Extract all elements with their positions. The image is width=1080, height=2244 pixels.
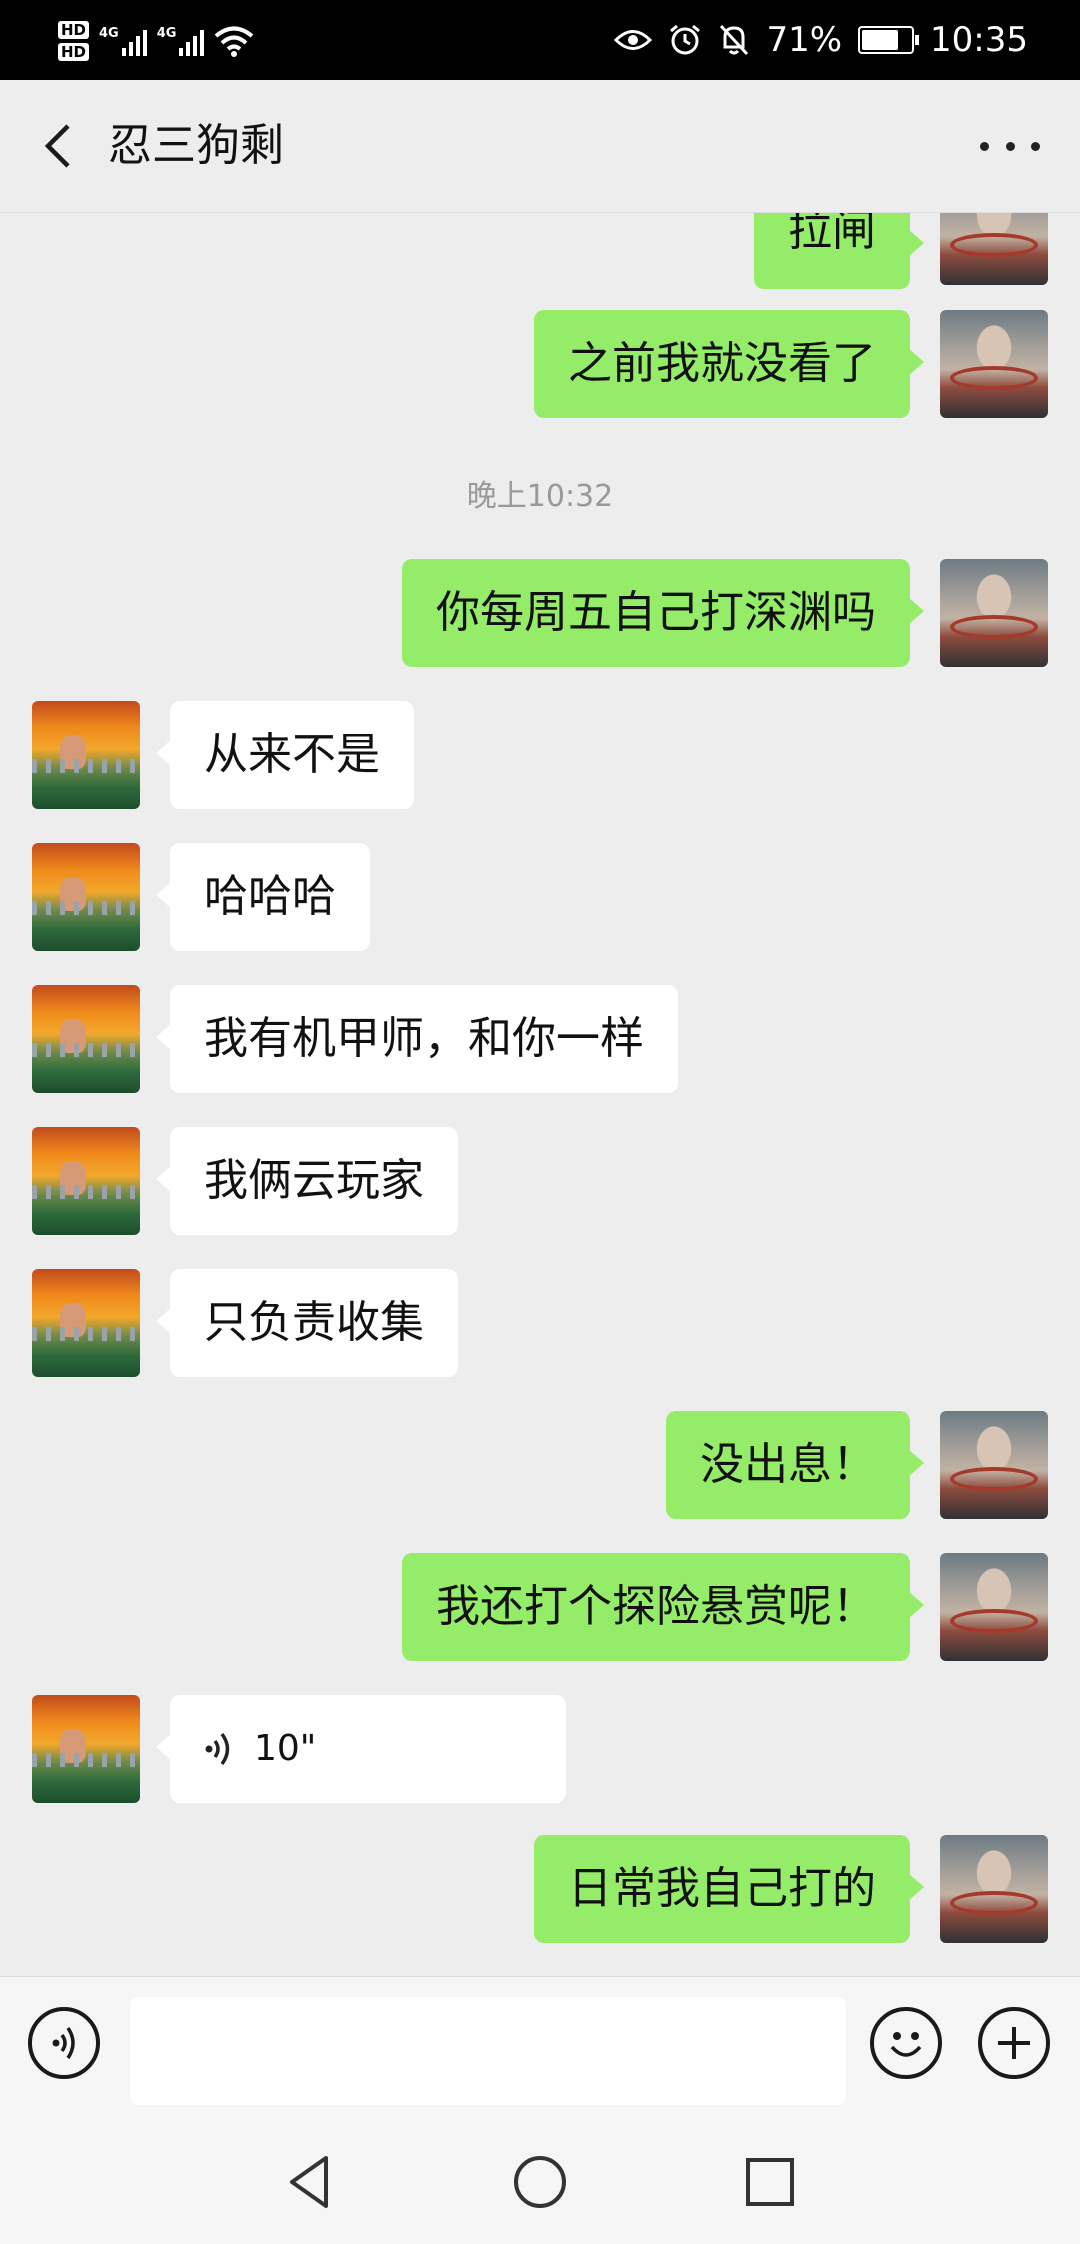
nav-back-icon[interactable]: [280, 2152, 340, 2212]
message-bubble-sent[interactable]: 之前我就没看了: [534, 310, 924, 418]
hd-badge-1: HD: [58, 21, 90, 39]
friend-avatar[interactable]: [32, 701, 140, 809]
voice-mode-icon[interactable]: [28, 2007, 100, 2079]
status-bar: HD HD 4G 4G 71% 10:35: [0, 0, 1080, 80]
wifi-icon: [215, 26, 254, 57]
friend-avatar[interactable]: [32, 843, 140, 951]
message-bubble-received[interactable]: 哈哈哈: [156, 843, 370, 951]
my-avatar[interactable]: [940, 1411, 1048, 1519]
friend-avatar[interactable]: [32, 1695, 140, 1803]
friend-avatar[interactable]: [32, 1269, 140, 1377]
nav-recents-icon[interactable]: [740, 2152, 800, 2212]
message-bubble-sent[interactable]: 日常我自己打的: [534, 1835, 924, 1943]
chat-title: 忍三狗剩: [108, 120, 284, 171]
emoji-icon[interactable]: [870, 2007, 942, 2079]
voice-message-bubble[interactable]: 10": [156, 1695, 566, 1803]
mute-bell-icon: [720, 24, 749, 56]
friend-avatar[interactable]: [32, 985, 140, 1093]
message-input[interactable]: [130, 1997, 846, 2105]
message-bubble-sent[interactable]: 你每周五自己打深渊吗: [402, 559, 924, 667]
message-bubble-sent[interactable]: 拉闸: [754, 213, 924, 289]
more-dots-icon[interactable]: [980, 126, 1040, 166]
message-bubble-received[interactable]: 我有机甲师，和你一样: [156, 985, 678, 1093]
hd-badge-2: HD: [58, 43, 90, 61]
message-bubble-received[interactable]: 只负责收集: [156, 1269, 458, 1377]
signal-icon: 4G: [99, 26, 147, 56]
system-nav-bar: [0, 2112, 1080, 2244]
message-bubble-received[interactable]: 我俩云玩家: [156, 1127, 458, 1235]
friend-avatar[interactable]: [32, 1127, 140, 1235]
message-bubble-sent[interactable]: 我还打个探险悬赏呢！: [402, 1553, 924, 1661]
alarm-icon: [670, 24, 701, 55]
voice-duration: 10": [254, 1728, 317, 1769]
network-type-2: 4G: [156, 26, 177, 41]
plus-icon[interactable]: [978, 2007, 1050, 2079]
time-divider: 晚上10:32: [466, 479, 614, 514]
message-bubble-sent[interactable]: 没出息！: [666, 1411, 924, 1519]
signal-icon: 4G: [157, 26, 205, 56]
nav-home-icon[interactable]: [510, 2152, 570, 2212]
my-avatar[interactable]: [940, 1835, 1048, 1943]
eye-icon: [614, 30, 653, 50]
clock: 10:35: [930, 20, 1028, 60]
chevron-left-icon[interactable]: [32, 118, 88, 174]
message-list[interactable]: 拉闸 之前我就没看了 晚上10:32 你每周五自己打深渊吗 从来不是 哈哈哈 我…: [0, 213, 1080, 1975]
battery-icon: [858, 26, 920, 54]
network-type-1: 4G: [99, 26, 119, 41]
my-avatar[interactable]: [940, 213, 1048, 285]
my-avatar[interactable]: [940, 559, 1048, 667]
my-avatar[interactable]: [940, 310, 1048, 418]
chat-header: 忍三狗剩: [0, 80, 1080, 213]
my-avatar[interactable]: [940, 1553, 1048, 1661]
voice-wave-icon: [205, 1732, 230, 1766]
input-bar: [0, 1976, 1080, 2113]
battery-percent: 71%: [766, 20, 843, 60]
message-bubble-received[interactable]: 从来不是: [156, 701, 414, 809]
